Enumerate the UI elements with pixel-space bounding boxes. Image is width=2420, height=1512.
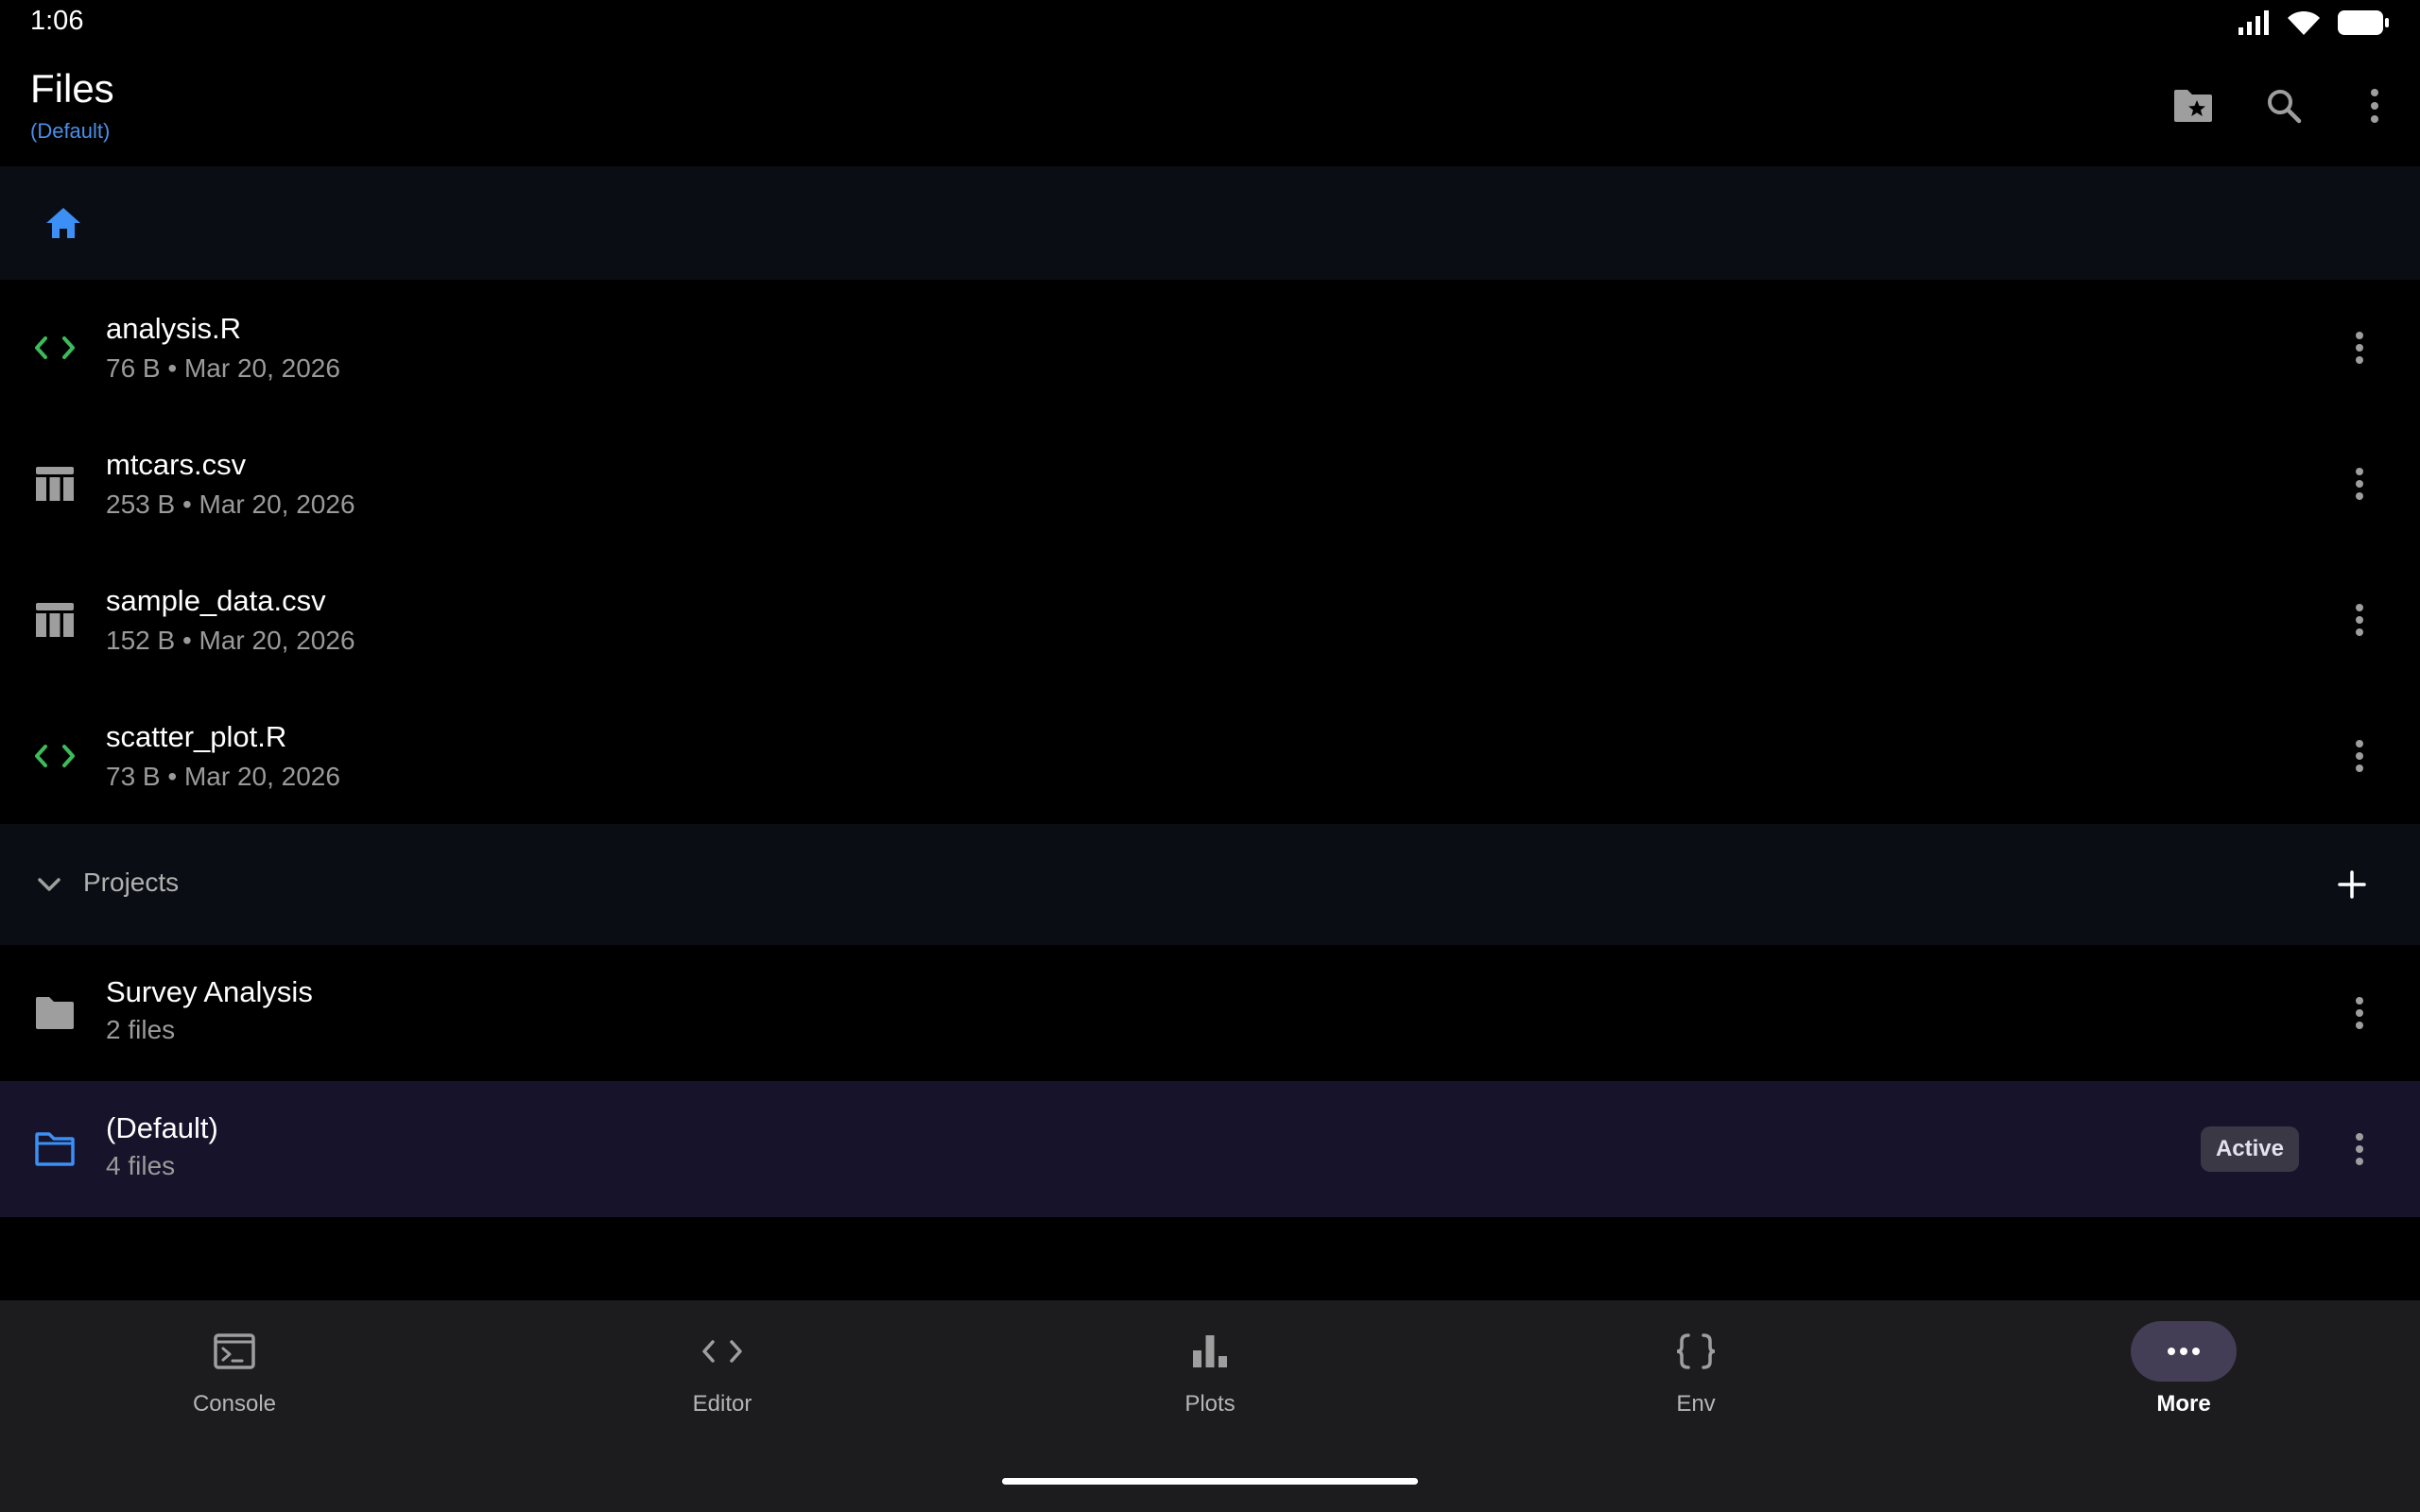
search-button[interactable] xyxy=(2238,60,2329,151)
breadcrumb-home-button[interactable] xyxy=(28,195,98,251)
folder-icon xyxy=(28,987,81,1040)
file-menu-button[interactable] xyxy=(2329,318,2390,378)
file-row[interactable]: scatter_plot.R 73 B • Mar 20, 2026 xyxy=(0,688,2420,824)
project-subtitle: (Default) xyxy=(30,119,111,143)
nav-plots[interactable]: Plots xyxy=(1115,1321,1305,1435)
more-horizontal-icon xyxy=(2131,1321,2237,1382)
battery-icon xyxy=(2338,10,2389,35)
nav-console[interactable]: Console xyxy=(140,1321,329,1435)
plus-icon xyxy=(2338,870,2366,899)
file-name: mtcars.csv xyxy=(106,448,247,481)
more-vertical-icon xyxy=(2356,740,2363,772)
file-name: scatter_plot.R xyxy=(106,720,287,753)
files-screen: 1:06 Files (Default) analysis.R 76 B • M… xyxy=(0,0,2420,1512)
file-row[interactable]: analysis.R 76 B • Mar 20, 2026 xyxy=(0,280,2420,416)
project-menu-button[interactable] xyxy=(2329,1119,2390,1179)
project-meta: 2 files xyxy=(106,1015,176,1044)
file-name: analysis.R xyxy=(106,312,241,345)
more-vertical-icon xyxy=(2356,1133,2363,1165)
wifi-icon xyxy=(2288,10,2320,35)
code-icon xyxy=(669,1321,775,1382)
status-time: 1:06 xyxy=(30,6,84,36)
projects-label: Projects xyxy=(83,868,180,897)
bar-chart-icon xyxy=(1157,1321,1263,1382)
project-row-active[interactable]: (Default) 4 files Active xyxy=(0,1081,2420,1217)
nav-label: Plots xyxy=(1184,1391,1236,1417)
file-meta: 76 B • Mar 20, 2026 xyxy=(106,353,340,383)
search-icon xyxy=(2268,90,2302,124)
project-name: (Default) xyxy=(106,1111,218,1144)
project-row[interactable]: Survey Analysis 2 files xyxy=(0,945,2420,1081)
status-icons xyxy=(2238,9,2390,36)
file-menu-button[interactable] xyxy=(2329,590,2390,650)
nav-label: Console xyxy=(192,1391,277,1417)
more-vertical-icon xyxy=(2356,468,2363,500)
file-row[interactable]: mtcars.csv 253 B • Mar 20, 2026 xyxy=(0,416,2420,552)
folder-open-icon xyxy=(28,1123,81,1176)
add-project-button[interactable] xyxy=(2322,854,2382,915)
more-vertical-icon xyxy=(2356,997,2363,1029)
app-actions xyxy=(2148,45,2420,166)
file-menu-button[interactable] xyxy=(2329,454,2390,514)
nav-label: Editor xyxy=(692,1391,752,1417)
table-icon xyxy=(28,457,81,510)
nav-more[interactable]: More xyxy=(2089,1321,2278,1435)
nav-label: More xyxy=(2156,1391,2211,1417)
braces-icon xyxy=(1643,1321,1749,1382)
nav-env[interactable]: Env xyxy=(1601,1321,1790,1435)
chevron-down-icon[interactable] xyxy=(28,862,70,907)
nav-editor[interactable]: Editor xyxy=(628,1321,817,1435)
folder-star-icon xyxy=(2174,90,2212,122)
home-icon xyxy=(46,208,80,238)
more-vertical-icon xyxy=(2356,332,2363,364)
status-bar: 1:06 xyxy=(0,0,2420,45)
file-menu-button[interactable] xyxy=(2329,726,2390,786)
page-title: Files xyxy=(30,66,114,111)
more-vertical-icon xyxy=(2356,604,2363,636)
project-list: Survey Analysis 2 files (Default) 4 file… xyxy=(0,945,2420,1217)
breadcrumb xyxy=(0,166,2420,280)
project-meta: 4 files xyxy=(106,1151,176,1180)
project-name: Survey Analysis xyxy=(106,975,313,1008)
file-row[interactable]: sample_data.csv 152 B • Mar 20, 2026 xyxy=(0,552,2420,688)
home-indicator[interactable] xyxy=(1002,1478,1418,1485)
file-meta: 73 B • Mar 20, 2026 xyxy=(106,762,340,791)
file-name: sample_data.csv xyxy=(106,584,326,617)
project-menu-button[interactable] xyxy=(2329,983,2390,1043)
table-icon xyxy=(28,593,81,646)
file-list: analysis.R 76 B • Mar 20, 2026 mtcars.cs… xyxy=(0,280,2420,824)
active-badge: Active xyxy=(2200,1126,2299,1172)
file-meta: 253 B • Mar 20, 2026 xyxy=(106,490,355,519)
nav-label: Env xyxy=(1676,1391,1716,1417)
terminal-icon xyxy=(182,1321,287,1382)
signal-icon xyxy=(2238,10,2269,35)
bookmark-folder-button[interactable] xyxy=(2148,60,2238,151)
projects-section-header[interactable]: Projects xyxy=(0,824,2420,945)
code-icon xyxy=(28,730,81,782)
code-icon xyxy=(28,321,81,374)
app-bar: Files (Default) xyxy=(0,45,2420,166)
file-meta: 152 B • Mar 20, 2026 xyxy=(106,626,355,655)
more-vertical-icon xyxy=(2371,89,2378,123)
overflow-menu-button[interactable] xyxy=(2329,60,2420,151)
